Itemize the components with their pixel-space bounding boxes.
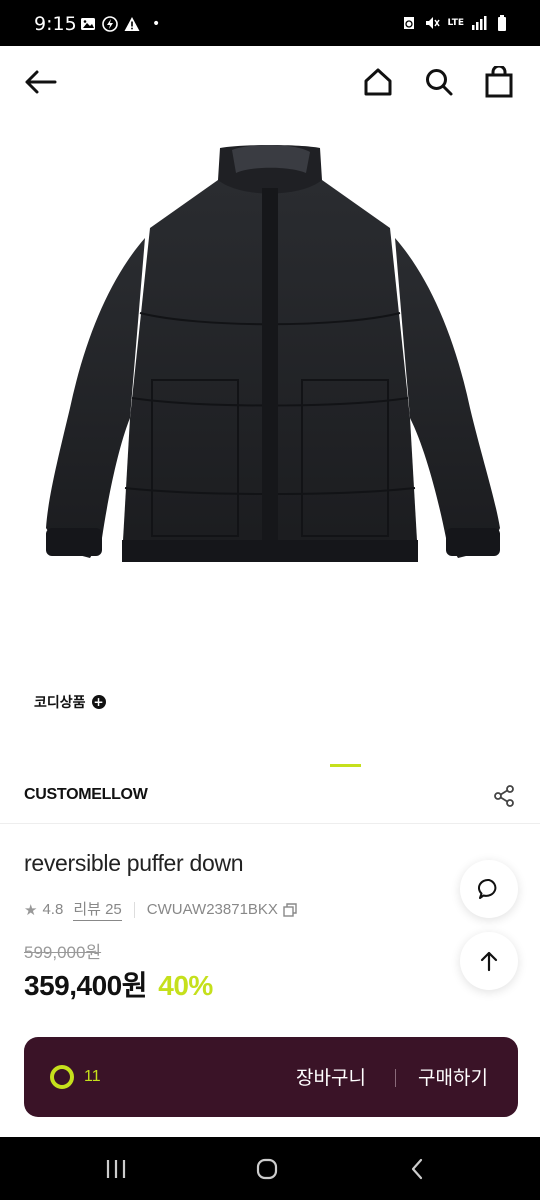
- home-nav-button[interactable]: [247, 1153, 287, 1185]
- signal-icon: [472, 16, 487, 30]
- product-title: reversible puffer down: [24, 850, 244, 876]
- brand-row: CUSTOMELLOW: [0, 770, 540, 824]
- cart-button[interactable]: [479, 62, 519, 102]
- meta-row: ★ 4.8 리뷰 25 CWUAW23871BKX: [24, 898, 297, 921]
- brand-name[interactable]: CUSTOMELLOW: [24, 786, 148, 804]
- meta-divider: [133, 901, 135, 918]
- buy-bar-divider: [395, 1069, 396, 1087]
- status-time: 9:15: [34, 13, 77, 35]
- add-to-cart-button[interactable]: 장바구니: [296, 1063, 366, 1090]
- rating-value: 4.8: [42, 901, 64, 918]
- sale-price: 359,400원: [24, 970, 147, 1001]
- search-icon: [426, 69, 453, 96]
- product-code: CWUAW23871BKX: [146, 901, 278, 918]
- price-row: 359,400원 40%: [24, 964, 213, 1004]
- status-dot: •: [152, 16, 161, 32]
- plus-icon: +: [91, 695, 106, 709]
- status-bar: 9:15 • LTE: [0, 0, 540, 46]
- chat-bubble-icon: [477, 878, 497, 899]
- review-link[interactable]: 리뷰 25: [73, 898, 122, 921]
- share-icon: [494, 785, 514, 807]
- carousel-indicator: [330, 764, 361, 767]
- home-icon: [364, 68, 392, 96]
- back-arrow-icon: [25, 70, 57, 94]
- recent-apps-icon: [106, 1160, 126, 1178]
- gallery-icon: [81, 18, 95, 30]
- share-button[interactable]: [492, 784, 516, 808]
- codi-label: 코디상품: [34, 695, 86, 711]
- copy-icon[interactable]: [283, 902, 297, 917]
- battery-icon: [498, 15, 506, 31]
- app-header: [0, 46, 540, 118]
- back-nav-button[interactable]: [398, 1153, 438, 1185]
- lte-label: LTE: [447, 17, 464, 28]
- star-icon: ★: [24, 901, 38, 919]
- back-button[interactable]: [20, 62, 60, 102]
- home-circle-icon: [256, 1158, 278, 1180]
- recent-apps-button[interactable]: [96, 1153, 136, 1185]
- puffer-jacket-image: [46, 144, 500, 562]
- like-count: 11: [84, 1068, 101, 1085]
- discount-rate: 40%: [158, 970, 213, 1001]
- chat-button[interactable]: [460, 860, 518, 918]
- shopping-bag-icon: [485, 66, 513, 98]
- purchase-button[interactable]: 구매하기: [418, 1063, 488, 1090]
- arrow-up-icon: [480, 951, 498, 972]
- warning-icon: [124, 17, 140, 31]
- search-button[interactable]: [419, 62, 459, 102]
- mute-icon: [426, 17, 441, 29]
- codi-products-button[interactable]: 코디상품 +: [34, 692, 106, 712]
- product-image[interactable]: [0, 118, 540, 738]
- scroll-top-button[interactable]: [460, 932, 518, 990]
- system-nav-bar: [0, 1137, 540, 1200]
- home-button[interactable]: [358, 62, 398, 102]
- flash-icon: [102, 16, 118, 32]
- like-button[interactable]: 11: [50, 1065, 101, 1089]
- like-ring-icon: [50, 1065, 74, 1089]
- buy-bar: 11 장바구니 구매하기: [24, 1037, 518, 1117]
- back-chevron-icon: [411, 1158, 423, 1180]
- original-price: 599,000원: [24, 943, 102, 962]
- recycle-icon: [404, 17, 415, 29]
